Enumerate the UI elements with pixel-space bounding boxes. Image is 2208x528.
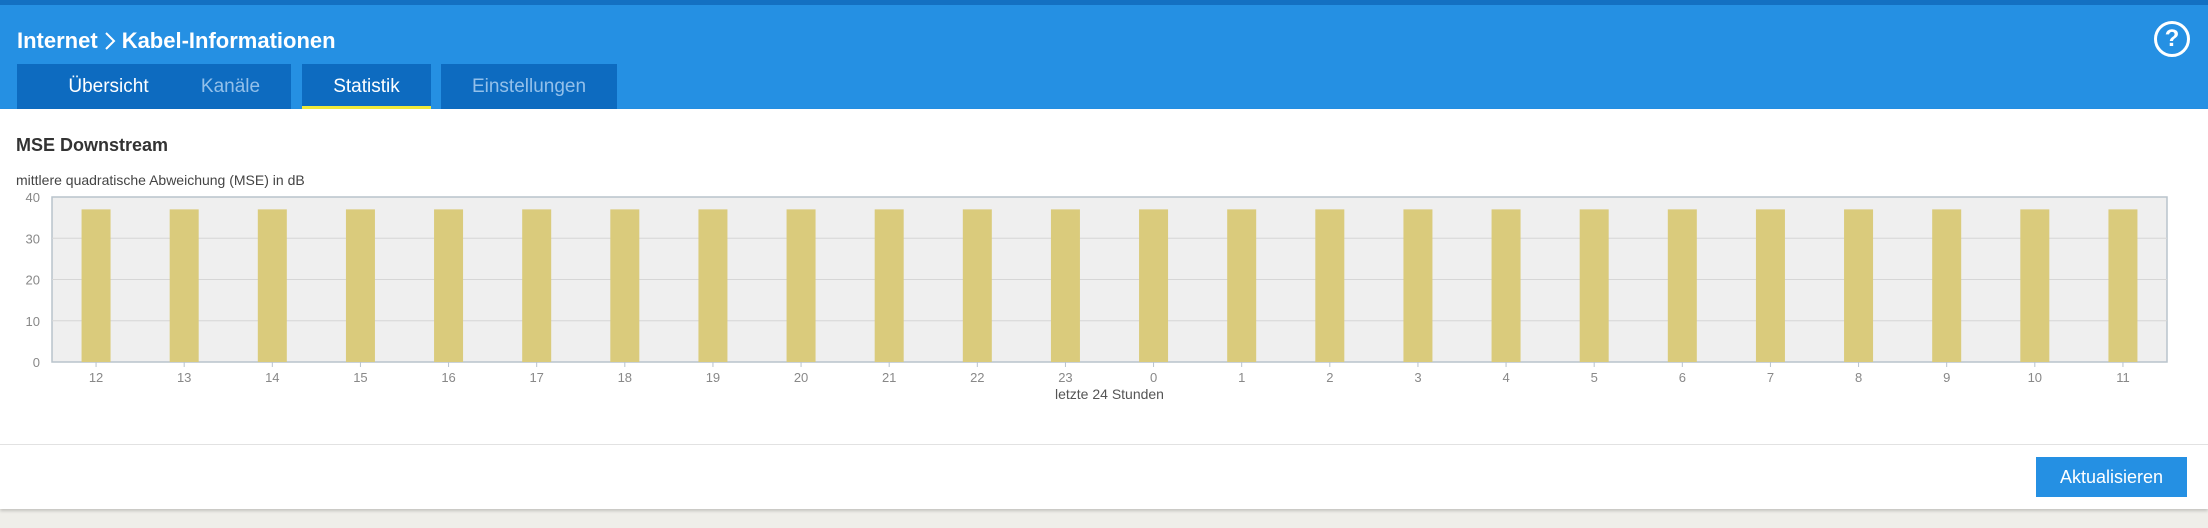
x-tick-label: 22 [970,370,984,385]
x-tick-label: 15 [353,370,367,385]
bar [1932,209,1962,362]
refresh-button[interactable]: Aktualisieren [2036,457,2187,497]
tab-statistik[interactable]: Statistik [302,64,431,109]
breadcrumb: Internet Kabel-Informationen [17,23,336,59]
breadcrumb-parent[interactable]: Internet [17,23,98,59]
x-tick-label: 0 [1150,370,1157,385]
bar [522,209,552,362]
x-tick-label: 7 [1767,370,1774,385]
page-header: Internet Kabel-Informationen ? Übersicht… [0,5,2208,109]
x-tick-label: 23 [1058,370,1072,385]
chevron-right-icon [104,31,116,51]
x-tick-label: 14 [265,370,279,385]
x-tick-label: 19 [706,370,720,385]
x-tick-label: 12 [89,370,103,385]
y-tick-label: 0 [33,355,40,370]
tab-einstellungen[interactable]: Einstellungen [441,64,617,109]
bar [1050,209,1080,362]
content-panel: MSE Downstream mittlere quadratische Abw… [0,109,2208,509]
bar [1579,209,1609,362]
bar [786,209,816,362]
x-tick-label: 17 [529,370,543,385]
bar [1491,209,1521,362]
y-tick-label: 10 [26,314,40,329]
bar [874,209,904,362]
x-tick-label: 13 [177,370,191,385]
bar [257,209,287,362]
bar [1227,209,1257,362]
bar [698,209,728,362]
tab-kanaele[interactable]: Kanäle [170,64,291,109]
x-tick-label: 10 [2028,370,2042,385]
x-tick-label: 16 [441,370,455,385]
x-tick-label: 5 [1591,370,1598,385]
x-tick-label: 2 [1326,370,1333,385]
bar [345,209,375,362]
x-tick-label: 9 [1943,370,1950,385]
y-tick-label: 20 [26,273,40,288]
bar [169,209,199,362]
x-tick-label: 21 [882,370,896,385]
y-tick-label: 40 [26,190,40,205]
x-axis-label: letzte 24 Stunden [1055,386,1164,402]
y-tick-label: 30 [26,231,40,246]
x-tick-label: 1 [1238,370,1245,385]
bar [1667,209,1697,362]
bar [610,209,640,362]
bar [81,209,111,362]
x-tick-label: 4 [1502,370,1509,385]
bar [1403,209,1433,362]
breadcrumb-current: Kabel-Informationen [121,28,336,53]
help-icon[interactable]: ? [2154,21,2190,57]
x-tick-label: 3 [1414,370,1421,385]
bar [962,209,992,362]
bar [1844,209,1874,362]
bar [434,209,464,362]
bar [2020,209,2050,362]
x-tick-label: 8 [1855,370,1862,385]
bar [1315,209,1345,362]
divider [0,444,2208,445]
x-tick-label: 11 [2116,370,2130,385]
x-tick-label: 6 [1679,370,1686,385]
bar [1755,209,1785,362]
bar [2108,209,2138,362]
mse-bar-chart: 010203040 12 13 14 15 16 17 18 19 20 21 22 23 0 1 2 3 4 5… [26,190,2168,402]
x-tick-label: 20 [794,370,808,385]
x-tick-label: 18 [618,370,632,385]
bar [1139,209,1169,362]
